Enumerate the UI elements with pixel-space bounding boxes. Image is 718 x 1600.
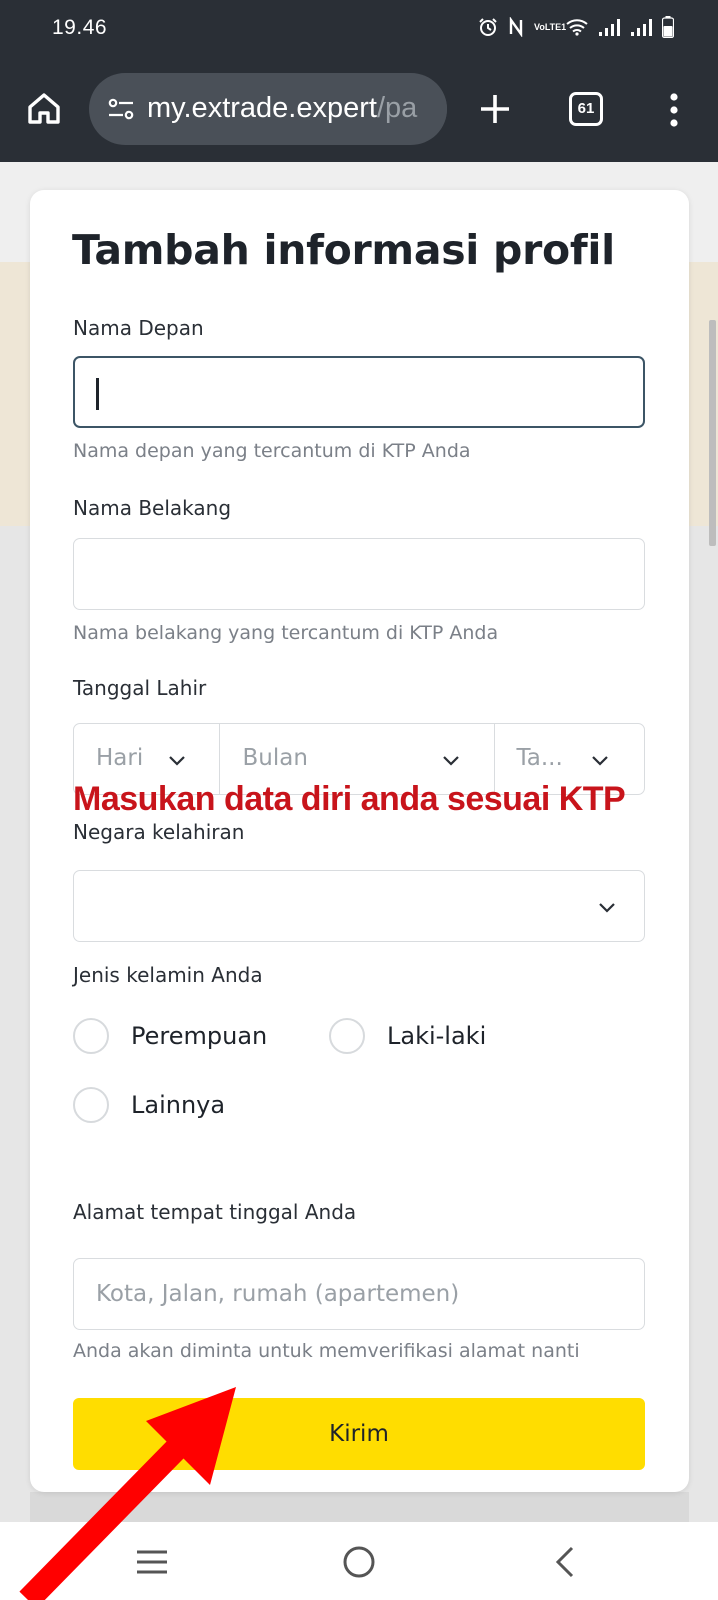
gender-option-lainnya[interactable]: Lainnya [73, 1087, 225, 1123]
address-placeholder: Kota, Jalan, rumah (apartemen) [96, 1281, 460, 1307]
annotation-text: Masukan data diri anda sesuai KTP [73, 780, 626, 818]
chevron-down-icon [591, 756, 608, 766]
month-placeholder: Bulan [242, 745, 308, 771]
more-vert-icon[interactable] [668, 92, 680, 128]
url-host: my.extrade.expert [147, 92, 377, 124]
status-time: 19.46 [52, 16, 108, 39]
last-name-label: Nama Belakang [73, 496, 232, 520]
nfc-icon [509, 17, 523, 37]
battery-icon [662, 16, 674, 38]
year-placeholder: Ta... [516, 745, 563, 771]
last-name-field[interactable] [73, 538, 645, 610]
text-cursor [96, 378, 99, 410]
chevron-down-icon [169, 756, 185, 766]
home-circle-icon[interactable] [341, 1544, 377, 1580]
radio-label: Laki-laki [387, 1022, 487, 1050]
radio-label: Lainnya [131, 1091, 226, 1119]
back-icon[interactable] [548, 1544, 584, 1580]
status-bar: 19.46 VoLTE1 [0, 0, 718, 58]
status-icons: VoLTE1 [478, 16, 674, 38]
url-path: /pa [376, 92, 418, 124]
browser-toolbar: my.extrade.expert/pa 61 [0, 58, 718, 162]
radio-button[interactable] [73, 1018, 109, 1054]
gender-label: Jenis kelamin Anda [73, 963, 263, 987]
birth-country-select[interactable] [73, 870, 645, 942]
birth-country-label: Negara kelahiran [73, 820, 245, 844]
signal-icon [599, 19, 620, 36]
address-hint: Anda akan diminta untuk memverifikasi al… [73, 1340, 580, 1362]
gender-option-perempuan[interactable]: Perempuan [73, 1018, 267, 1054]
address-field[interactable]: Kota, Jalan, rumah (apartemen) [73, 1258, 645, 1330]
first-name-field[interactable] [73, 356, 645, 428]
home-icon[interactable] [26, 90, 62, 126]
address-bar[interactable]: my.extrade.expert/pa [89, 73, 447, 145]
gender-option-laki-laki[interactable]: Laki-laki [329, 1018, 486, 1054]
day-placeholder: Hari [96, 745, 144, 771]
address-label: Alamat tempat tinggal Anda [73, 1200, 357, 1224]
wifi-icon [566, 19, 588, 36]
chevron-down-icon [443, 756, 460, 766]
alarm-icon [479, 18, 497, 36]
last-name-hint: Nama belakang yang tercantum di KTP Anda [73, 622, 499, 644]
page-title: Tambah informasi profil [72, 226, 615, 274]
birth-date-label: Tanggal Lahir [73, 676, 207, 700]
url-fade [413, 73, 447, 145]
tabs-icon[interactable]: 61 [569, 92, 603, 126]
radio-button[interactable] [73, 1087, 109, 1123]
radio-label: Perempuan [131, 1022, 268, 1050]
profile-form-card: Tambah informasi profil Nama Depan Nama … [30, 190, 689, 1492]
chevron-down-icon [599, 903, 615, 913]
first-name-hint: Nama depan yang tercantum di KTP Anda [73, 440, 471, 462]
signal-icon [631, 19, 652, 36]
volte-icon: VoLTE1 [534, 21, 567, 32]
red-arrow-annotation [19, 1387, 236, 1600]
first-name-label: Nama Depan [73, 316, 204, 340]
tune-icon[interactable] [107, 97, 135, 121]
url-text: my.extrade.expert/pa [147, 92, 417, 125]
plus-icon[interactable] [478, 92, 512, 126]
radio-button[interactable] [329, 1018, 365, 1054]
scrollbar[interactable] [709, 320, 716, 546]
